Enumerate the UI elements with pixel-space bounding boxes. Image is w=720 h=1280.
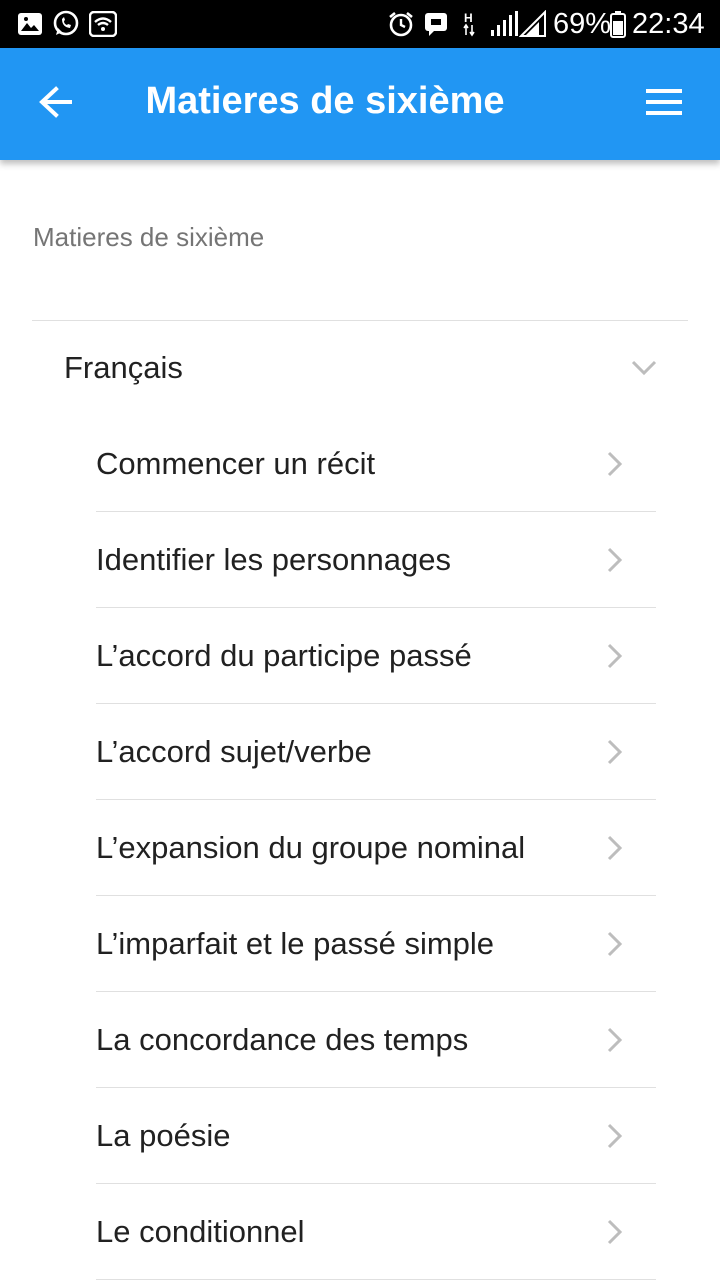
list-item[interactable]: L’accord sujet/verbe [96,704,656,800]
list-item[interactable]: Commencer un récit [96,416,656,512]
section-header-francais[interactable]: Français [32,330,688,406]
signal-icon [518,10,548,38]
whatsapp-icon [50,10,82,38]
svg-text:H: H [464,11,473,25]
battery-percent: 69% [553,8,612,40]
signal-icon [488,10,520,38]
status-bar: H 69% 22:34 [0,0,720,48]
menu-button[interactable] [630,76,698,132]
list-item-label: L’accord du participe passé [96,638,472,673]
divider [32,320,688,321]
list-item-label: Identifier les personnages [96,542,452,577]
app-bar: Matieres de sixième [0,48,720,160]
section-label: Français [64,350,183,385]
chevron-right-icon [604,546,624,579]
list-item-label: La concordance des temps [96,1022,469,1057]
list-item[interactable]: La poésie [96,1088,656,1184]
message-icon [422,10,450,38]
list-item-label: L’accord sujet/verbe [96,734,372,769]
breadcrumb: Matieres de sixième [33,222,265,252]
chevron-right-icon [604,642,624,675]
list-item[interactable]: L’expansion du groupe nominal [96,800,656,896]
chevron-right-icon [604,450,624,483]
chevron-right-icon [604,1122,624,1155]
chevron-right-icon [604,1218,624,1251]
list-item-label: Le conditionnel [96,1214,305,1249]
list-item-label: La poésie [96,1118,231,1153]
chevron-right-icon [604,738,624,771]
battery-icon [608,10,628,38]
chevron-down-icon [630,358,658,383]
clock: 22:34 [632,8,705,40]
chevron-right-icon [604,930,624,963]
gallery-icon [16,10,44,38]
list-item[interactable]: Identifier les personnages [96,512,656,608]
list-item[interactable]: L’accord du participe passé [96,608,656,704]
list-item[interactable]: La concordance des temps [96,992,656,1088]
chevron-right-icon [604,834,624,867]
list-item-label: L’expansion du groupe nominal [96,830,526,865]
network-h-icon: H [460,10,480,38]
list-item-label: Commencer un récit [96,446,376,481]
list-item-label: L’imparfait et le passé simple [96,926,495,961]
hamburger-menu-icon [645,88,683,121]
lesson-list: Commencer un récit Identifier les person… [96,416,656,1280]
alarm-icon [386,10,416,38]
chevron-right-icon [604,1026,624,1059]
list-item[interactable]: L’imparfait et le passé simple [96,896,656,992]
page-title: Matieres de sixième [145,80,505,122]
list-item[interactable]: Le conditionnel [96,1184,656,1280]
wifi-hotspot-icon [88,10,118,38]
